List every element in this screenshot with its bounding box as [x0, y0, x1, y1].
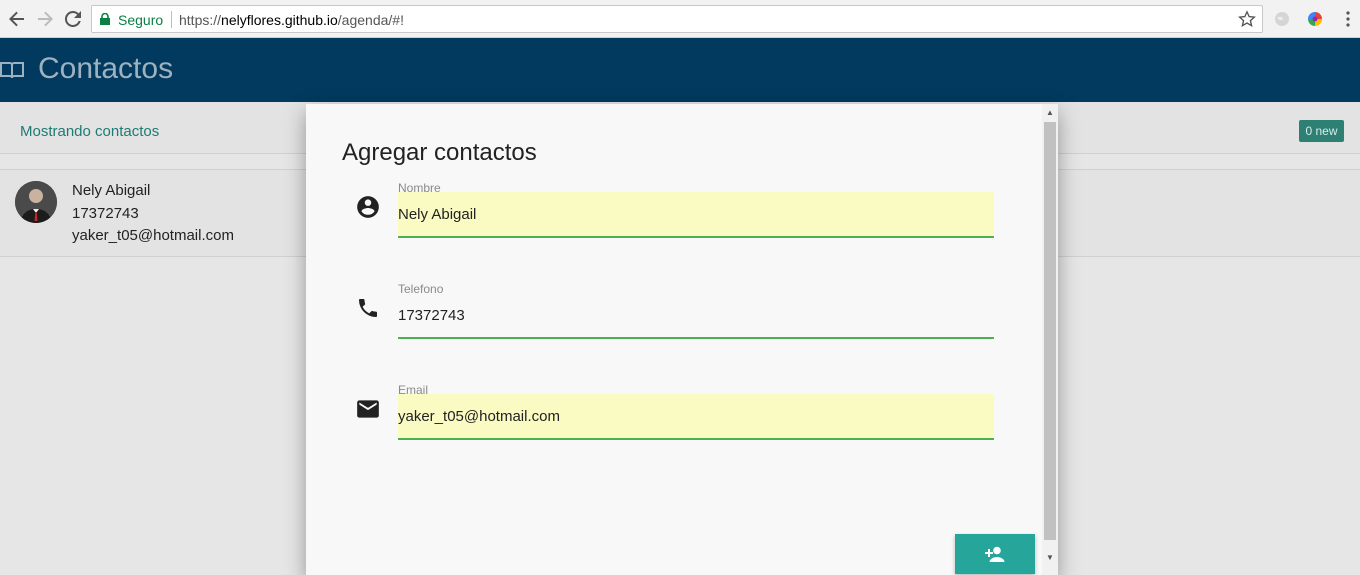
scrollbar-thumb[interactable]: [1044, 122, 1056, 540]
url-scheme: https://: [179, 12, 222, 28]
lock-icon: [100, 13, 110, 25]
account-circle-icon: [354, 193, 382, 221]
email-icon: [354, 395, 382, 423]
book-icon: [0, 62, 24, 79]
list-status-text: Mostrando contactos: [20, 123, 160, 140]
omnibox-divider: [171, 11, 172, 28]
url-text[interactable]: https://nelyflores.github.io/agenda/#!: [179, 12, 404, 28]
name-input[interactable]: [398, 192, 994, 238]
contact-phone: 17372743: [72, 205, 139, 222]
extension-globe-button[interactable]: [1272, 9, 1292, 29]
url-host: nelyflores.github.io: [221, 12, 338, 28]
back-arrow-icon: [9, 11, 24, 27]
bookmark-star-icon[interactable]: [1238, 10, 1256, 28]
email-input[interactable]: [398, 394, 994, 440]
address-bar[interactable]: Seguro https://nelyflores.github.io/agen…: [91, 5, 1263, 33]
forward-button[interactable]: [35, 9, 55, 29]
browser-toolbar: Seguro https://nelyflores.github.io/agen…: [0, 0, 1360, 38]
phone-icon: [354, 294, 382, 322]
contact-email: yaker_t05@hotmail.com: [72, 227, 234, 244]
reload-icon: [65, 11, 81, 27]
secure-label: Seguro: [118, 12, 164, 28]
add-contact-modal: Agregar contactos Nombre Telefono Email …: [306, 104, 1058, 575]
forward-arrow-icon: [38, 11, 53, 27]
url-path: /agenda/#!: [337, 12, 404, 28]
app-header: Contactos: [0, 38, 1360, 102]
extension-color-button[interactable]: [1305, 9, 1325, 29]
back-button[interactable]: [7, 9, 27, 29]
contact-name: Nely Abigail: [72, 182, 151, 199]
avatar-person-icon: [15, 181, 57, 223]
reload-button[interactable]: [63, 9, 83, 29]
browser-menu-button[interactable]: [1338, 9, 1358, 29]
modal-title: Agregar contactos: [342, 139, 537, 166]
new-count-badge: 0 new: [1299, 120, 1344, 142]
kebab-menu-icon: [1346, 11, 1350, 27]
page-title: Contactos: [38, 52, 174, 85]
avatar: [15, 181, 57, 223]
scroll-up-arrow-icon[interactable]: ▲: [1044, 108, 1056, 118]
phone-input[interactable]: [398, 293, 994, 339]
globe-icon: [1275, 12, 1289, 26]
scroll-down-arrow-icon[interactable]: ▼: [1044, 553, 1056, 563]
add-contact-button[interactable]: [955, 534, 1035, 574]
person-add-icon: [985, 546, 1005, 562]
color-wheel-icon: [1308, 12, 1322, 26]
